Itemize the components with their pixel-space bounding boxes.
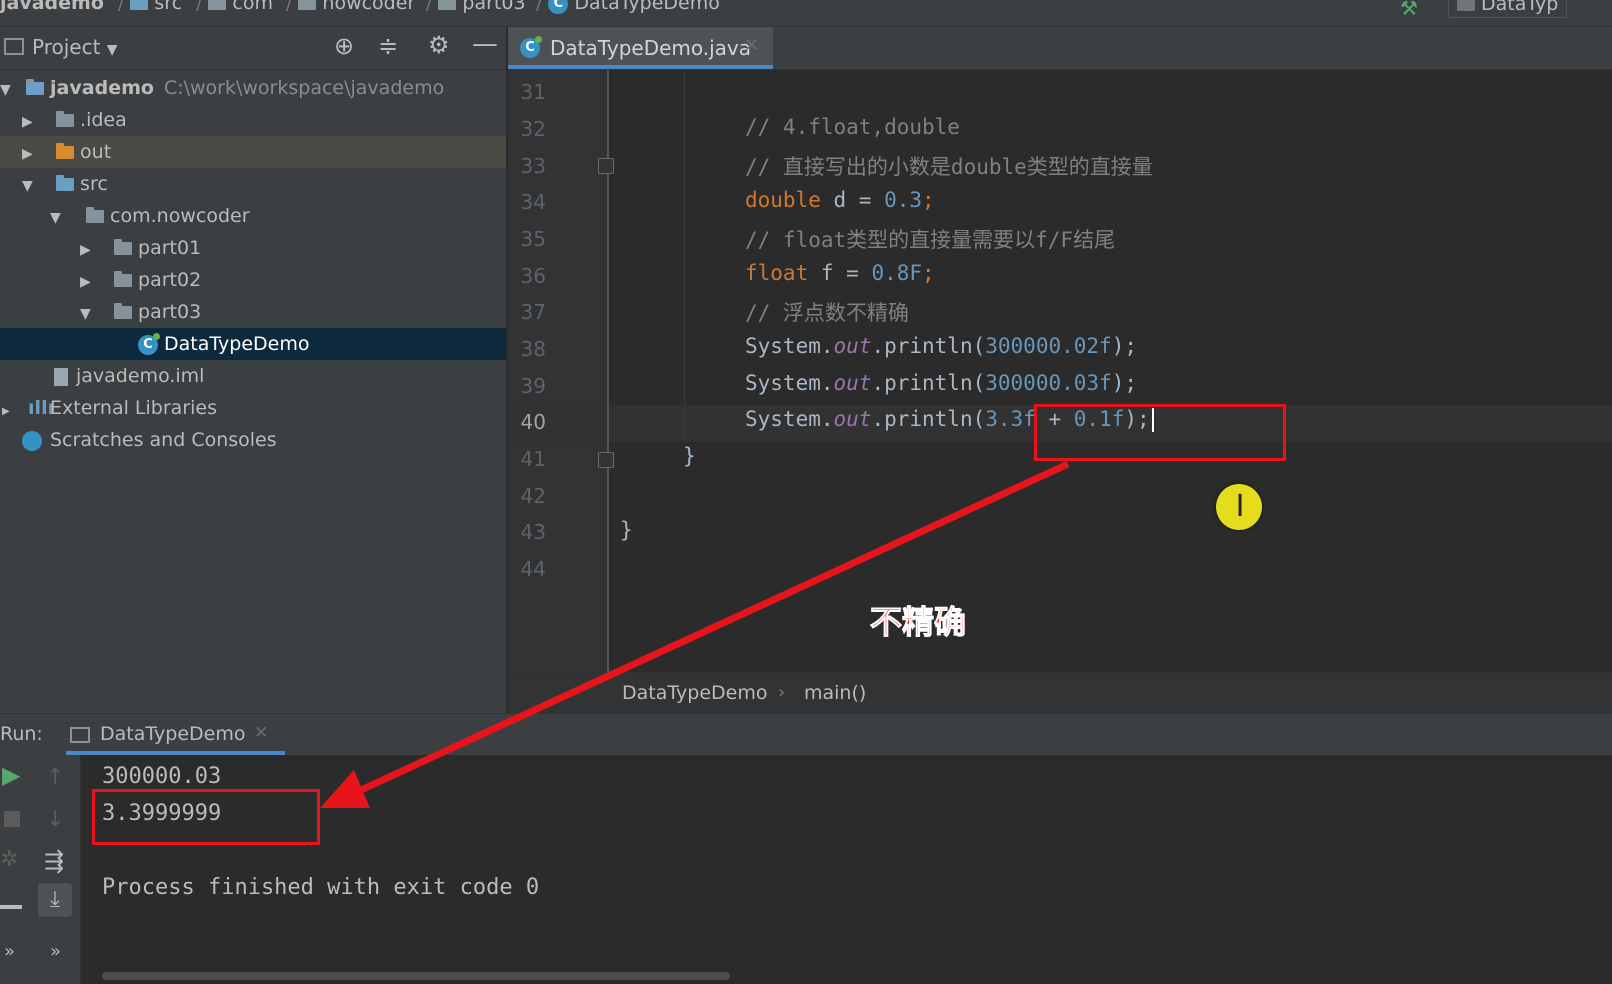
annotation-label: 不精确	[869, 603, 967, 642]
annotation-arrow	[320, 460, 1070, 808]
text-cursor-icon: I	[1235, 489, 1245, 524]
